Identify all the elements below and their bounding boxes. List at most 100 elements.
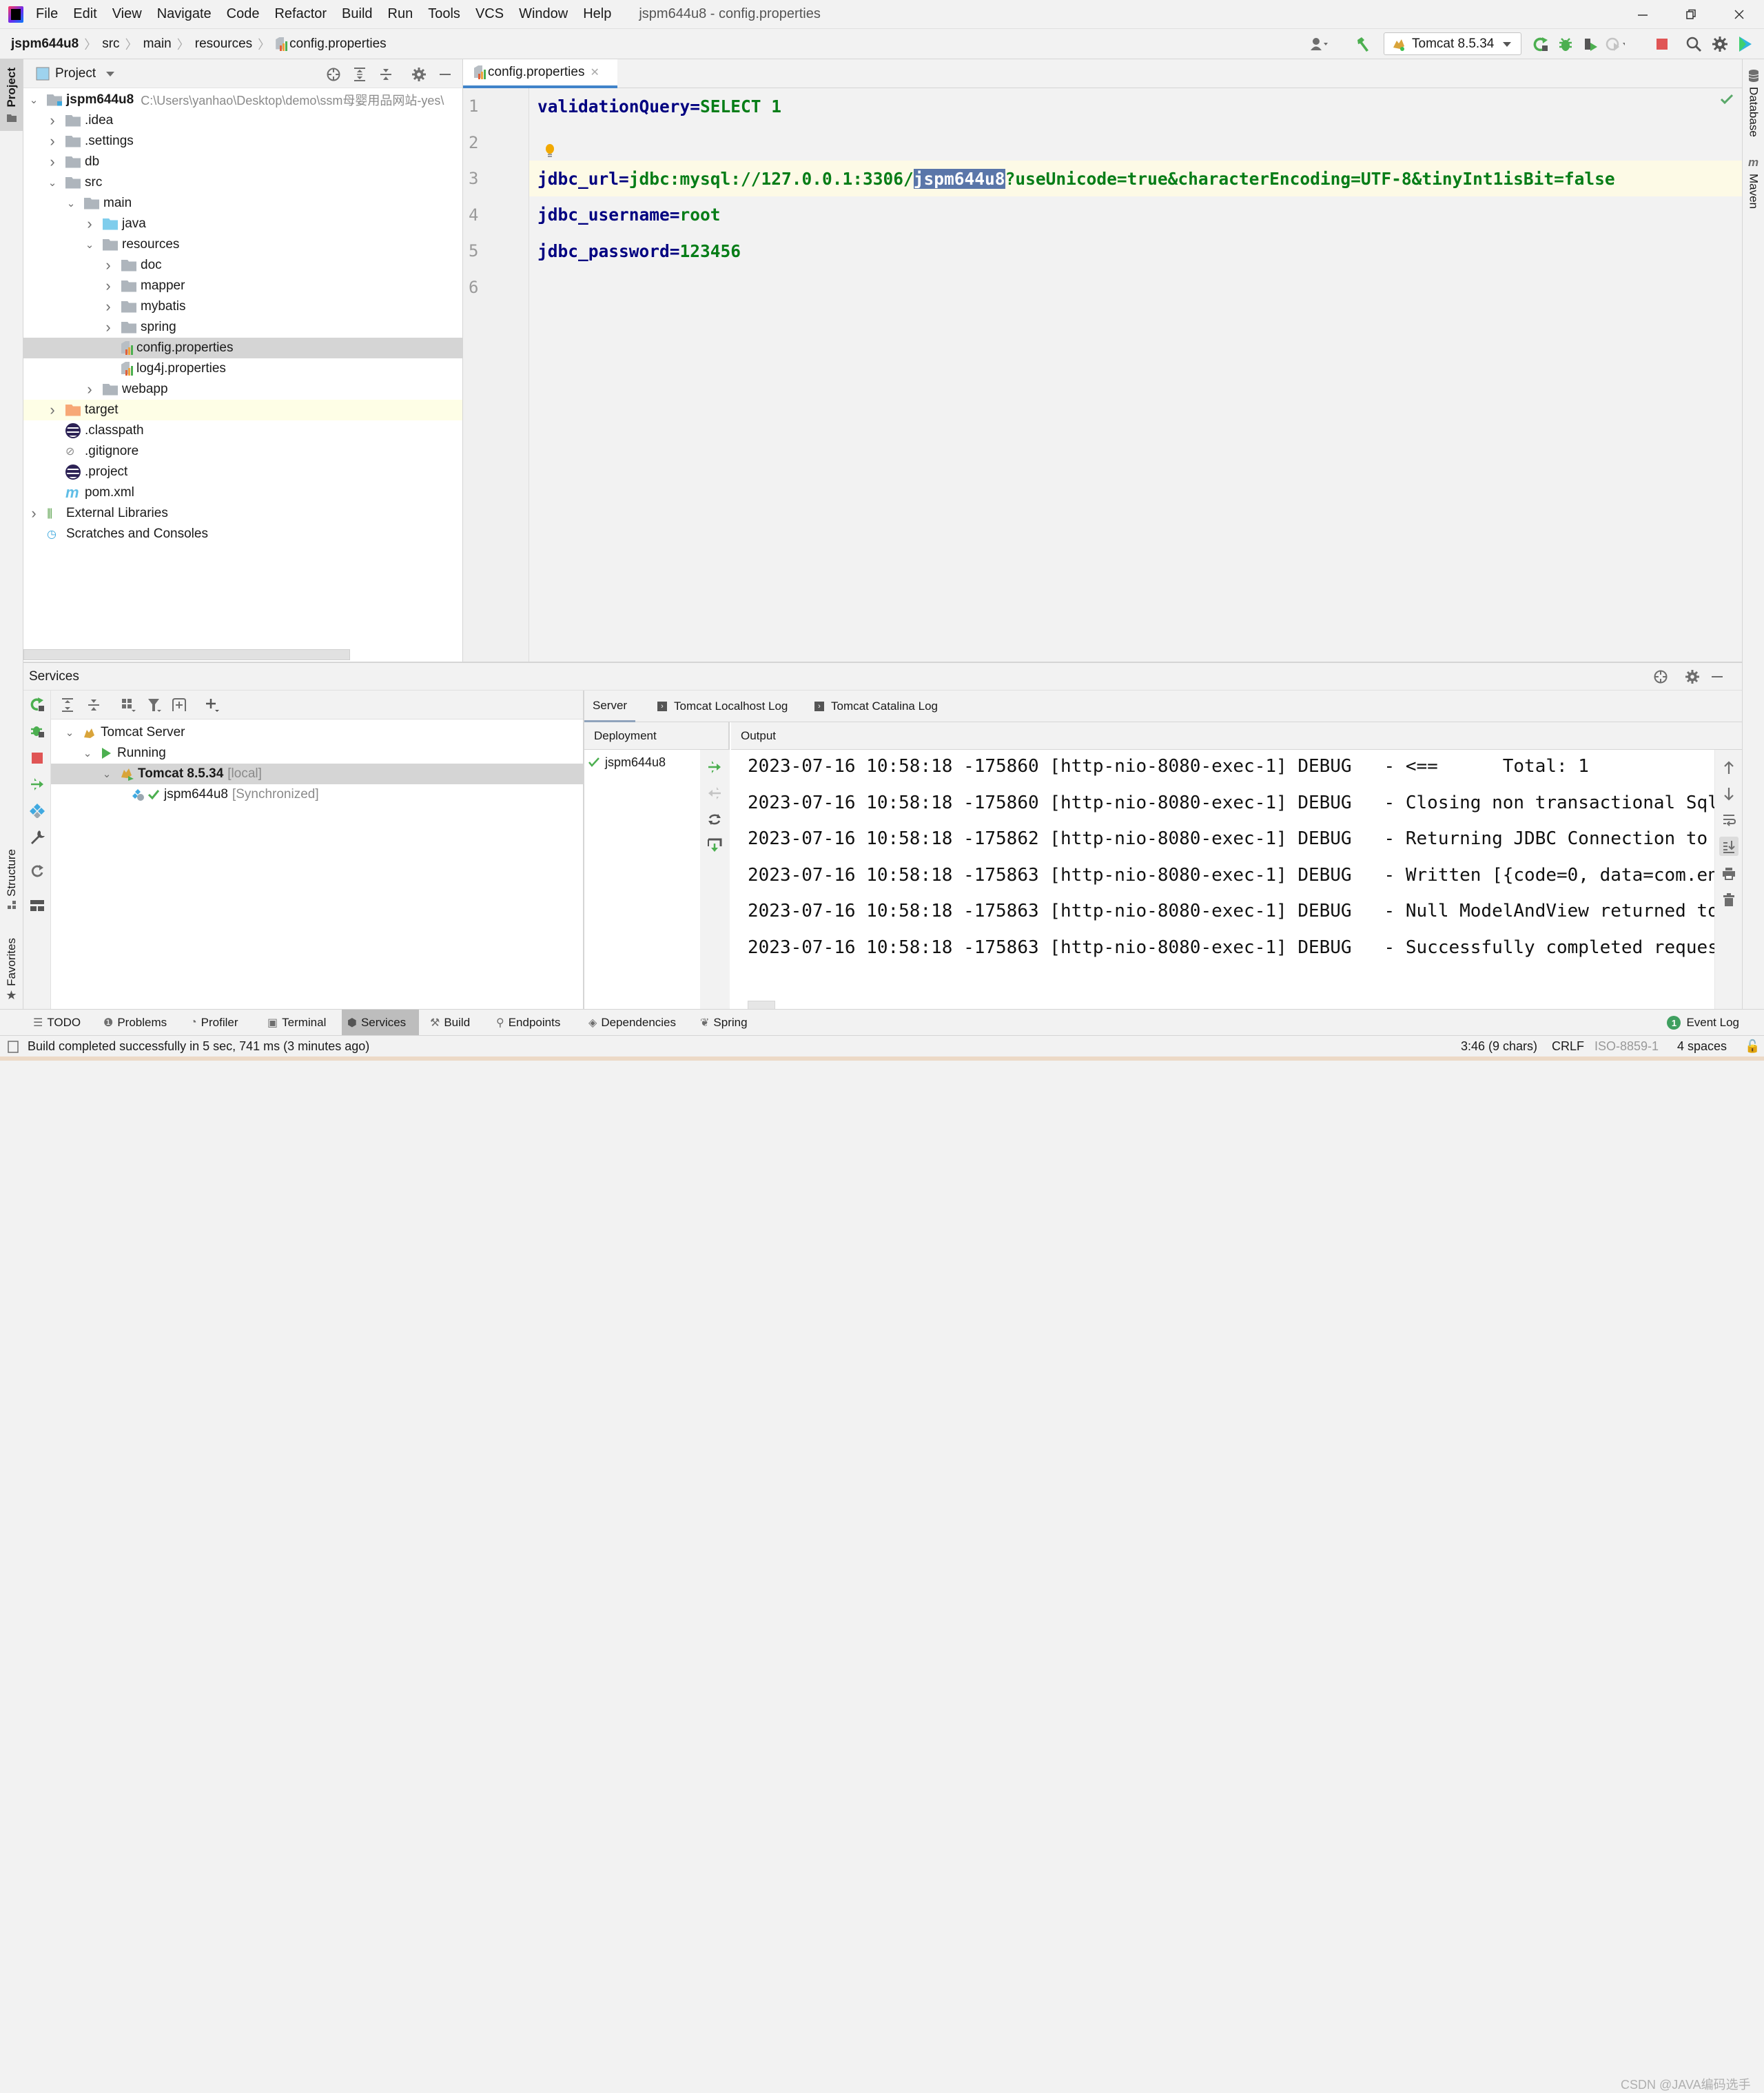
- chevron-right-icon[interactable]: ›: [48, 153, 57, 171]
- filter-button[interactable]: [145, 695, 164, 715]
- edit-configuration-button[interactable]: [28, 827, 47, 846]
- menu-build[interactable]: Build: [342, 6, 372, 22]
- project-tree-item[interactable]: › java: [23, 214, 462, 234]
- print-button[interactable]: [1719, 864, 1739, 884]
- tab-tomcat-catalina-log[interactable]: › Tomcat Catalina Log: [814, 691, 938, 722]
- project-tree-item[interactable]: config.properties: [23, 338, 462, 358]
- code-line[interactable]: jdbc_username = root: [537, 197, 721, 233]
- services-settings-button[interactable]: [1683, 667, 1702, 686]
- menu-vcs[interactable]: VCS: [475, 6, 504, 22]
- run-configuration-dropdown[interactable]: Tomcat 8.5.34: [1384, 32, 1521, 55]
- service-tree-tomcat-server[interactable]: ⌄ Tomcat Server: [51, 722, 583, 743]
- project-tree-item[interactable]: ⌄ resources: [23, 234, 462, 255]
- restore-button[interactable]: [1672, 3, 1710, 26]
- new-tab-button[interactable]: [170, 695, 189, 715]
- chevron-right-icon[interactable]: ›: [103, 256, 113, 274]
- deployment-item[interactable]: jspm644u8: [588, 753, 666, 772]
- search-everywhere-button[interactable]: [1684, 34, 1703, 54]
- service-tree-artifact[interactable]: jspm644u8 [Synchronized]: [51, 784, 583, 805]
- intention-bulb-icon[interactable]: [544, 143, 555, 160]
- breadcrumb-resources[interactable]: resources: [195, 37, 252, 52]
- breadcrumb-file[interactable]: config.properties: [289, 37, 386, 52]
- tab-tomcat-localhost-log[interactable]: › Tomcat Localhost Log: [657, 691, 788, 722]
- caret-position[interactable]: 3:46 (9 chars): [1461, 1036, 1537, 1057]
- project-horizontal-scrollbar[interactable]: [23, 649, 350, 660]
- menu-run[interactable]: Run: [388, 6, 413, 22]
- tool-tab-structure[interactable]: Structure: [0, 838, 23, 921]
- project-tree-item[interactable]: ⌄ jspm644u8 C:\Users\yanhao\Desktop\demo\s…: [23, 90, 462, 110]
- soft-wrap-button[interactable]: [1719, 810, 1739, 830]
- rerun-button[interactable]: [1531, 34, 1550, 54]
- collapse-all-button[interactable]: [376, 65, 396, 84]
- services-locate-button[interactable]: [1651, 667, 1670, 686]
- tool-tab-maven[interactable]: m Maven: [1743, 156, 1764, 209]
- account-button[interactable]: [1309, 34, 1329, 54]
- tool-tab-favorites[interactable]: Favorites ★: [0, 929, 23, 1012]
- menu-refactor[interactable]: Refactor: [274, 6, 327, 22]
- service-tree-running[interactable]: ⌄ Running: [51, 743, 583, 764]
- tool-window-spring[interactable]: ❦ Spring: [695, 1010, 753, 1036]
- project-settings-button[interactable]: [409, 65, 429, 84]
- build-project-button[interactable]: [1353, 34, 1373, 54]
- chevron-right-icon[interactable]: ›: [85, 380, 94, 398]
- tool-window-build[interactable]: ⚒ Build: [424, 1010, 475, 1036]
- file-encoding[interactable]: ISO-8859-1: [1594, 1036, 1659, 1057]
- project-tree-item[interactable]: › .idea: [23, 110, 462, 131]
- chevron-down-icon[interactable]: [105, 70, 115, 77]
- tool-tab-project[interactable]: Project: [0, 59, 23, 131]
- project-tree-item[interactable]: › mapper: [23, 276, 462, 296]
- select-opened-file-button[interactable]: [324, 65, 343, 84]
- chevron-down-icon[interactable]: ⌄: [48, 176, 57, 189]
- code-line[interactable]: jdbc_url = jdbc:mysql://127.0.0.1:3306/jsp…: [537, 161, 1615, 196]
- project-tree-item[interactable]: ⌄ main: [23, 193, 462, 214]
- editor-tab-config-properties[interactable]: config.properties ✕: [463, 59, 617, 88]
- project-tree-item[interactable]: › ||| External Libraries: [23, 503, 462, 524]
- tab-server[interactable]: Server: [584, 691, 636, 722]
- deploy-button[interactable]: [28, 775, 47, 794]
- menu-help[interactable]: Help: [583, 6, 611, 22]
- chevron-down-icon[interactable]: ⌄: [85, 238, 94, 251]
- close-tab-icon[interactable]: ✕: [590, 65, 599, 79]
- project-tree-item[interactable]: ◷ Scratches and Consoles: [23, 524, 462, 544]
- clear-all-button[interactable]: [1719, 890, 1739, 910]
- project-tree-item[interactable]: › doc: [23, 255, 462, 276]
- menu-code[interactable]: Code: [227, 6, 260, 22]
- tool-window-problems[interactable]: ❶ Problems: [98, 1010, 172, 1036]
- group-by-button[interactable]: [119, 695, 138, 715]
- menu-view[interactable]: View: [112, 6, 142, 22]
- code-with-me-button[interactable]: [1735, 34, 1754, 54]
- toggle-tool-windows-icon[interactable]: [7, 1040, 19, 1054]
- no-problems-check-icon[interactable]: [1720, 94, 1734, 105]
- chevron-right-icon[interactable]: ›: [103, 298, 113, 316]
- menu-edit[interactable]: Edit: [73, 6, 96, 22]
- tool-window-terminal[interactable]: ▣ Terminal: [262, 1010, 331, 1036]
- undeploy-button[interactable]: [706, 784, 724, 802]
- scroll-down-button[interactable]: [1719, 784, 1739, 804]
- project-tree-item[interactable]: › .settings: [23, 131, 462, 152]
- menu-tools[interactable]: Tools: [428, 6, 460, 22]
- chevron-down-icon[interactable]: ⌄: [66, 197, 76, 210]
- code-editor[interactable]: validationQuery = SELECT 1 jdbc_url = jdbc:my…: [529, 88, 1742, 662]
- menu-file[interactable]: File: [36, 6, 58, 22]
- project-tree-item[interactable]: log4j.properties: [23, 358, 462, 379]
- services-hide-button[interactable]: [1707, 667, 1727, 686]
- settings-button[interactable]: [1710, 34, 1730, 54]
- tool-window-todo[interactable]: ☰ TODO: [28, 1010, 86, 1036]
- code-line[interactable]: validationQuery = SELECT 1: [537, 88, 781, 124]
- chevron-right-icon[interactable]: ›: [48, 132, 57, 150]
- project-tree-item[interactable]: ⊘ .gitignore: [23, 441, 462, 462]
- project-tree-item[interactable]: .classpath: [23, 420, 462, 441]
- debug-service-button[interactable]: [28, 721, 47, 740]
- service-tree-tomcat-instance[interactable]: ⌄ Tomcat 8.5.34 [local]: [51, 764, 583, 784]
- chevron-right-icon[interactable]: ›: [103, 318, 113, 336]
- scroll-up-button[interactable]: [1719, 758, 1739, 777]
- hide-panel-button[interactable]: [435, 65, 455, 84]
- stop-button[interactable]: [1652, 34, 1672, 54]
- project-tree-item[interactable]: ⌄ src: [23, 172, 462, 193]
- artifacts-button[interactable]: [28, 801, 47, 820]
- project-tree-item[interactable]: .project: [23, 462, 462, 482]
- project-tree-item[interactable]: › webapp: [23, 379, 462, 400]
- project-tree-item[interactable]: › target: [23, 400, 462, 420]
- lock-icon[interactable]: 🔓: [1745, 1036, 1760, 1057]
- close-window-button[interactable]: [1720, 3, 1758, 26]
